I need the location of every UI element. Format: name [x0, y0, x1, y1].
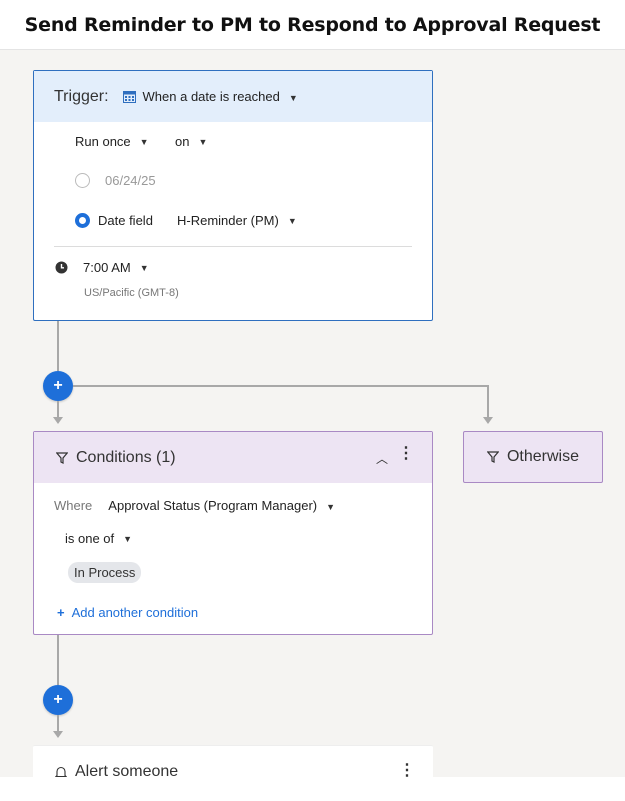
- specific-date-option[interactable]: 06/24/25: [75, 173, 156, 188]
- more-options-icon[interactable]: ⋮: [398, 446, 414, 462]
- caret-down-icon: ▼: [287, 215, 297, 226]
- page-header: Send Reminder to PM to Respond to Approv…: [0, 0, 625, 50]
- on-value: on: [175, 134, 190, 149]
- trigger-header: Trigger: When a date is reached ▼: [34, 71, 432, 122]
- conditions-title: Conditions (1): [76, 448, 176, 466]
- time-dropdown[interactable]: 7:00 AM ▼: [55, 260, 149, 275]
- otherwise-title: Otherwise: [506, 448, 580, 465]
- date-field-value: H-Reminder (PM): [177, 213, 279, 228]
- caret-down-icon: ▼: [198, 136, 208, 147]
- connector-line: [57, 401, 59, 417]
- caret-down-icon: ▼: [139, 136, 149, 147]
- condition-field-dropdown[interactable]: Approval Status (Program Manager) ▼: [108, 498, 335, 513]
- add-condition-link[interactable]: + Add another condition: [57, 605, 198, 620]
- connector-line: [57, 715, 59, 731]
- arrow-down-icon: [53, 731, 63, 738]
- where-label: Where: [54, 498, 93, 513]
- on-dropdown[interactable]: on ▼: [175, 134, 207, 149]
- trigger-label: Trigger:: [54, 87, 109, 105]
- filter-icon: [486, 451, 499, 463]
- condition-field-row: Where Approval Status (Program Manager) ▼: [54, 498, 335, 513]
- caret-down-icon: ▼: [326, 501, 336, 512]
- connector-line: [487, 385, 489, 417]
- clock-icon: [55, 261, 68, 274]
- trigger-card: Trigger: When a date is reached ▼ Run onc…: [33, 70, 433, 321]
- date-field-dropdown[interactable]: H-Reminder (PM) ▼: [177, 213, 297, 228]
- date-field-option[interactable]: Date field: [75, 213, 153, 228]
- divider: [54, 246, 412, 247]
- specific-date-value: 06/24/25: [105, 173, 156, 188]
- operator-dropdown[interactable]: is one of ▼: [65, 531, 132, 546]
- connector-line: [73, 385, 489, 387]
- trigger-type-value: When a date is reached: [142, 89, 280, 104]
- filter-icon: [56, 451, 68, 464]
- condition-field-value: Approval Status (Program Manager): [108, 498, 318, 513]
- caret-down-icon: ▼: [139, 262, 149, 273]
- date-field-label: Date field: [98, 213, 153, 228]
- date-field-radio[interactable]: [75, 213, 90, 228]
- add-step-button[interactable]: +: [43, 685, 73, 715]
- conditions-header: Conditions (1) ︿ ⋮: [34, 432, 432, 483]
- arrow-down-icon: [53, 417, 63, 424]
- time-value: 7:00 AM: [83, 260, 131, 275]
- operator-value: is one of: [65, 531, 115, 546]
- add-condition-label: Add another condition: [71, 605, 199, 620]
- caret-down-icon: ▼: [123, 533, 133, 544]
- frequency-value: Run once: [75, 134, 131, 149]
- arrow-down-icon: [483, 417, 493, 424]
- otherwise-card[interactable]: Otherwise: [463, 431, 603, 483]
- trigger-type-dropdown[interactable]: When a date is reached ▼: [143, 89, 298, 104]
- add-step-button[interactable]: +: [43, 371, 73, 401]
- page-title: Send Reminder to PM to Respond to Approv…: [24, 13, 601, 36]
- connector-line: [57, 321, 59, 371]
- calendar-icon: [122, 90, 136, 103]
- frequency-dropdown[interactable]: Run once ▼: [75, 134, 149, 149]
- bottom-bar: [0, 777, 625, 801]
- caret-down-icon: ▼: [288, 92, 298, 103]
- condition-value-chip[interactable]: In Process: [68, 562, 142, 583]
- connector-line: [57, 635, 59, 685]
- chevron-up-icon[interactable]: ︿: [376, 450, 388, 467]
- plus-icon: +: [57, 605, 65, 620]
- timezone-label: US/Pacific (GMT-8): [84, 287, 179, 299]
- specific-date-radio[interactable]: [75, 173, 90, 188]
- conditions-card: Conditions (1) ︿ ⋮ Where Approval Status…: [33, 431, 433, 635]
